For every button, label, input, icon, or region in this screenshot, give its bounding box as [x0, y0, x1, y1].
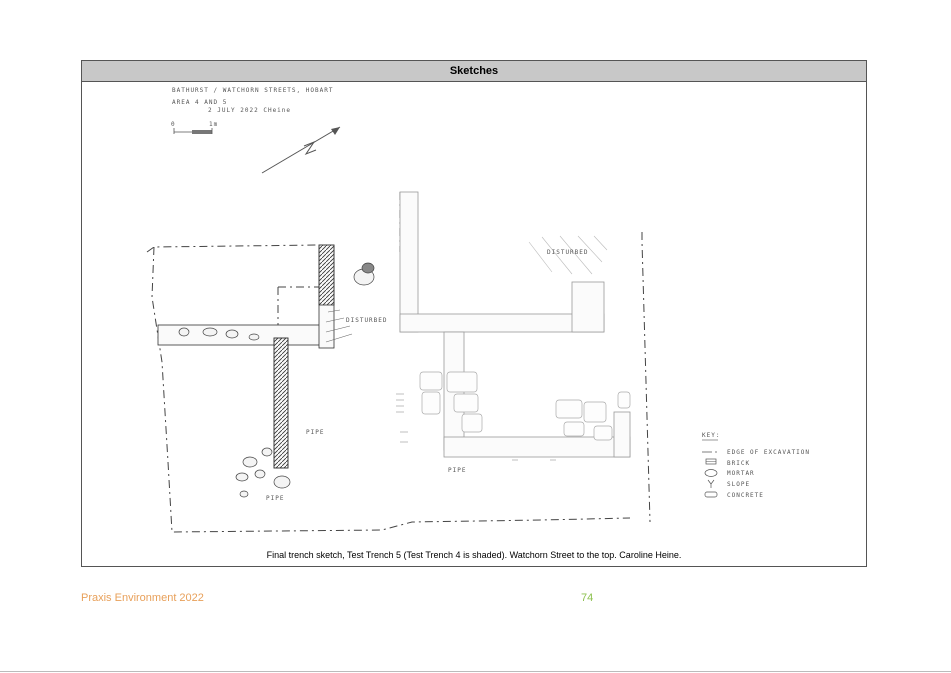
- footer-publisher: Praxis Environment 2022: [81, 592, 204, 604]
- trench-sketch-drawing: BATHURST / WATCHORN STREETS, HOBART AREA…: [146, 87, 810, 533]
- sketch-note-date: 2 JULY 2022 CHeine: [208, 107, 291, 114]
- legend-label-slope: SLOPE: [727, 481, 750, 488]
- figure-header: Sketches: [82, 61, 866, 82]
- north-arrow-icon: [261, 126, 341, 174]
- scale-end-label: 1m: [209, 121, 218, 128]
- scale-start-label: 0: [171, 121, 176, 128]
- legend-item-mortar: MORTAR: [704, 469, 755, 477]
- disturbed-label-trench-5: DISTURBED: [346, 317, 388, 324]
- legend-label-brick: BRICK: [727, 460, 750, 467]
- pipe-label-1: PIPE: [306, 429, 324, 436]
- trench-5-excavation-edge: [146, 192, 651, 533]
- sketch-note-area: AREA 4 AND 5: [172, 99, 227, 106]
- legend-label-mortar: MORTAR: [727, 470, 755, 477]
- scale-bar: 0 1m: [171, 121, 218, 134]
- sketch-note-location: BATHURST / WATCHORN STREETS, HOBART: [172, 87, 333, 94]
- sketch-legend: KEY: EDGE OF EXCAVATION BRICK MORTAR SLO…: [702, 432, 810, 499]
- pipe-label-2: PIPE: [266, 495, 284, 502]
- page-number: 74: [581, 592, 594, 604]
- legend-item-edge: EDGE OF EXCAVATION: [702, 449, 810, 456]
- legend-item-concrete: CONCRETE: [704, 491, 764, 499]
- legend-label-concrete: CONCRETE: [727, 492, 764, 499]
- disturbed-label-trench-4: DISTURBED: [547, 249, 589, 256]
- sketch-figure-frame: Sketches BATHURST / WATCHORN STREETS, HO…: [81, 60, 867, 567]
- legend-item-brick: BRICK: [705, 458, 750, 467]
- legend-item-slope: SLOPE: [707, 479, 750, 488]
- pipe-label-3: PIPE: [448, 467, 466, 474]
- figure-caption: Final trench sketch, Test Trench 5 (Test…: [266, 550, 682, 560]
- legend-label-edge: EDGE OF EXCAVATION: [727, 449, 810, 456]
- legend-title: KEY:: [702, 432, 720, 439]
- page-bottom-rule: [0, 671, 951, 672]
